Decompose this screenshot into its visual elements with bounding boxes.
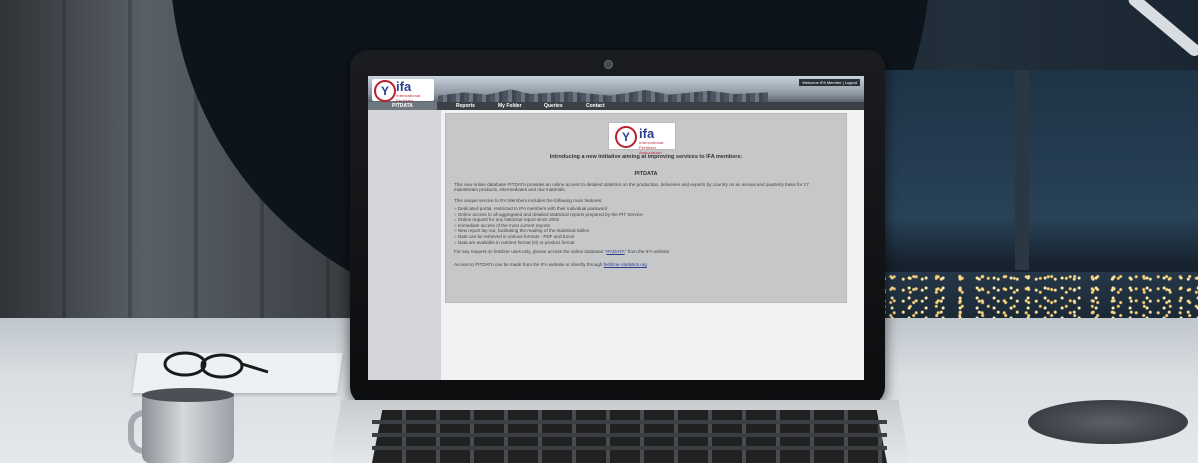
lamp-base <box>1028 400 1188 444</box>
logo-subtext: International Fertilizer Association <box>639 140 664 155</box>
city-lights <box>870 272 1198 322</box>
keyboard-row <box>372 446 887 450</box>
main-content: Y ifa International Fertilizer Associati… <box>446 114 846 302</box>
paragraph-description: This new online database PITDATA provide… <box>454 182 809 193</box>
nav-item-contact[interactable]: Contact <box>586 102 605 110</box>
keyboard-row <box>372 420 887 424</box>
intro-heading: Introducing a new initiative aiming at i… <box>549 154 743 160</box>
nav-item-pitdata[interactable]: PITDATA <box>368 102 437 110</box>
left-sidebar <box>368 110 441 380</box>
access-prefix: Access to PITDATA can be made from the I… <box>454 262 603 267</box>
ifadata-link[interactable]: IFADATA <box>606 249 624 254</box>
webcam-icon <box>604 60 613 69</box>
ifadata-suffix: from the IFA website <box>627 249 670 254</box>
nav-item-reports[interactable]: Reports <box>456 102 475 110</box>
content-logo: Y ifa International Fertilizer Associati… <box>608 122 676 155</box>
header-skyline <box>438 89 768 102</box>
keyboard-row <box>372 433 887 437</box>
fertilizer-statistics-link[interactable]: fertilizer-statistics.org <box>604 262 647 267</box>
nav-item-queries[interactable]: Queries <box>544 102 563 110</box>
logo-text: ifa <box>639 126 655 141</box>
main-nav: PITDATA Reports My Folder Queries Contac… <box>368 102 864 110</box>
lamp-arm <box>1126 0 1198 59</box>
nav-item-my-folder[interactable]: My Folder <box>498 102 522 110</box>
logo-text: ifa <box>396 79 412 94</box>
welcome-logout[interactable]: Welcome IFA Member | Logout <box>799 79 860 86</box>
window-frame <box>1015 70 1029 270</box>
laptop-screen: Y ifa International Fertilizer Associati… <box>368 76 864 380</box>
ifadata-prefix: For any request on fertilizer uses only,… <box>454 249 604 254</box>
paragraph-access: Access to PITDATA can be made from the I… <box>454 262 834 267</box>
site-header: Y ifa International Fertilizer Associati… <box>368 76 864 108</box>
glasses-icon <box>163 351 269 379</box>
paragraph-ifadata: For any request on fertilizer uses only,… <box>454 249 670 254</box>
ifa-logo[interactable]: Y ifa International Fertilizer Associati… <box>372 79 434 108</box>
ifa-logo-icon: Y <box>374 80 396 102</box>
section-title: PITDATA <box>634 171 658 177</box>
features-list: Dedicated portal, restricted to IFA memb… <box>454 206 834 245</box>
coffee-mug <box>142 394 234 463</box>
mug-rim <box>142 388 234 402</box>
paragraph-features-intro: This unique service to IFA Members inclu… <box>454 198 603 203</box>
ifa-logo-icon: Y <box>615 126 637 148</box>
list-item: Data are available in nutrient format (N… <box>454 240 834 246</box>
